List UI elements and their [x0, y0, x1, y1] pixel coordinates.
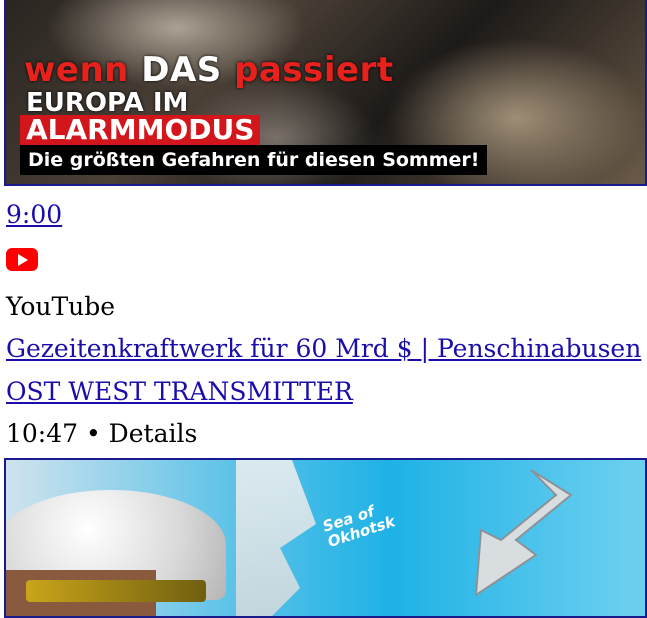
thumbnail-line4: Die größten Gefahren für diesen Sommer!	[20, 145, 488, 175]
down-arrow-icon	[474, 470, 573, 597]
map-label: Sea of Okhotsk	[320, 498, 397, 551]
map-landmass	[236, 460, 316, 616]
video-thumbnail-top[interactable]: wenn DAS passiert EUROPA IM ALARMMODUS D…	[4, 0, 647, 186]
channel-link[interactable]: OST WEST TRANSMITTER	[6, 377, 353, 406]
video-thumbnail-bottom[interactable]: Sea of Okhotsk	[4, 458, 647, 618]
video-title-link[interactable]: Gezeitenkraftwerk für 60 Mrd $ | Penschi…	[6, 334, 641, 363]
source-label: YouTube	[6, 292, 116, 321]
thumbnail-text: DAS	[141, 50, 222, 90]
video-meta: 10:47 • Details	[6, 419, 198, 448]
thumbnail-text: wenn	[24, 50, 142, 90]
youtube-icon	[6, 248, 38, 271]
video-duration-link[interactable]: 9:00	[6, 200, 62, 229]
thumbnail-text: passiert	[221, 50, 394, 90]
safety-glasses-image	[26, 580, 206, 602]
thumbnail-line3: ALARMMODUS	[20, 115, 261, 145]
thumbnail-headline: wenn DAS passiert	[24, 50, 394, 90]
